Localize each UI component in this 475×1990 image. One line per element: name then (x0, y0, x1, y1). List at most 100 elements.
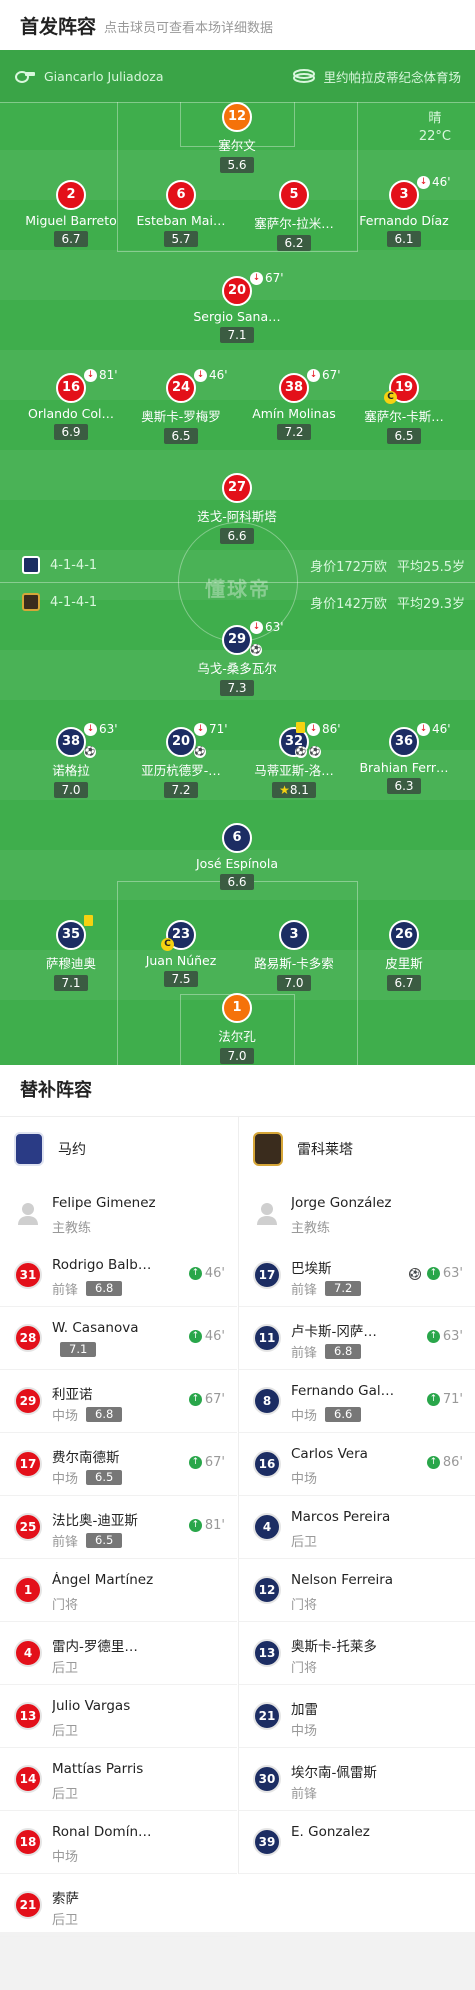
sub-player-row[interactable]: 25 法比奥-迪亚斯 前锋 6.5 ↑ 81' (0, 1496, 237, 1559)
sub-player-row[interactable]: 4 雷内-罗德里… 后卫 (0, 1622, 237, 1685)
sub-in-info: ↑ 46' (188, 1266, 225, 1281)
sub-player-row[interactable]: 13 Julio Vargas 后卫 (0, 1685, 237, 1748)
sub-player-row[interactable]: 14 Mattías Parris 后卫 (0, 1748, 237, 1811)
player-away-midfielder[interactable]: 36 Brahian Ferr… 6.3 ↓ 46' (344, 722, 464, 794)
player-number: 3 (279, 920, 309, 950)
player-number: 27 (222, 473, 252, 503)
ball-icon: ⚽ (84, 746, 96, 758)
sub-player-row[interactable]: 17 巴埃斯 前锋 7.2 ⚽ ↑ 63' (239, 1244, 475, 1307)
home-formation-label: 4-1-4-1 (50, 557, 98, 573)
player-home-keeper[interactable]: 12 塞尔文 5.6 (177, 102, 297, 173)
sub-player-row[interactable]: 21 加雷 中场 (239, 1685, 475, 1748)
sub-player-row[interactable]: 17 费尔南德斯 中场 6.5 ↑ 67' (0, 1433, 237, 1496)
page-subtitle: 点击球员可查看本场详细数据 (104, 21, 274, 36)
sub-player-row[interactable]: 21 索萨 后卫 (0, 1874, 237, 1937)
player-away-keeper[interactable]: 1 法尔孔 7.0 (177, 993, 297, 1064)
player-position: 门将 (52, 1598, 79, 1613)
player-rating: ★8.1 (272, 782, 316, 798)
player-away-midfielder[interactable]: 20 亚历杭德罗-… 7.2 ↓ 71' ⚽ (121, 722, 241, 798)
sub-out-icon: ↓ (307, 369, 320, 382)
player-home-midfielder[interactable]: 19 塞萨尔-卡斯… 6.5 C (344, 373, 464, 444)
player-position-line: 中场 (52, 1846, 78, 1865)
player-number: 1 (222, 993, 252, 1023)
sub-in-icon: ↑ (188, 1267, 202, 1280)
sub-out-icon: ↓ (194, 723, 207, 736)
player-name: 亚历杭德罗-… (141, 763, 221, 778)
player-number: 28 (14, 1324, 42, 1352)
lineup-header: 首发阵容 点击球员可查看本场详细数据 (0, 0, 475, 50)
player-home-defender[interactable]: 6 Esteban Mai… 5.7 (121, 180, 241, 247)
player-home-midfielder[interactable]: 16 Orlando Col… 6.9 ↓ 81' (11, 368, 131, 440)
sub-player-row[interactable]: 30 埃尔南-佩雷斯 前锋 (239, 1748, 475, 1811)
coach-role: 主教练 (291, 1221, 331, 1236)
player-name: Marcos Pereira (291, 1509, 391, 1525)
player-away-midfielder[interactable]: 32 马蒂亚斯-洛… ★8.1 ↓ 86' ⚽ ⚽ (234, 722, 354, 798)
player-away-defender[interactable]: 35 萨穆迪奥 7.1 (11, 915, 131, 991)
sub-minute: 71' (442, 1392, 463, 1407)
player-rating: 6.7 (54, 231, 88, 247)
sub-minute: 81' (99, 368, 118, 382)
player-position-line: 后卫 (52, 1783, 78, 1802)
player-name: Ronal Domín… (52, 1824, 152, 1840)
sub-in-info: ↑ 86' (426, 1455, 463, 1470)
home-sub-list: 31 Rodrigo Balb… 前锋 6.8 ↑ 46' 28 W. Casanova 7.1… (0, 1244, 237, 1937)
player-rating: 7.0 (54, 782, 88, 798)
player-position: 后卫 (52, 1787, 79, 1802)
coach-row[interactable]: Jorge González 主教练 (239, 1181, 475, 1244)
player-position-line: 门将 (291, 1594, 317, 1613)
player-rating: 6.2 (277, 235, 311, 251)
sub-in-icon: ↑ (188, 1330, 202, 1343)
sub-minute: 46' (432, 175, 451, 189)
captain-icon: C (161, 938, 174, 951)
sub-player-row[interactable]: 29 利亚诺 中场 6.8 ↑ 67' (0, 1370, 237, 1433)
sub-minute: 46' (432, 722, 451, 736)
player-number: 36 (389, 727, 419, 757)
sub-player-row[interactable]: 18 Ronal Domín… 中场 (0, 1811, 237, 1874)
player-number: 4 (14, 1639, 42, 1667)
coach-row[interactable]: Felipe Gimenez 主教练 (0, 1181, 237, 1244)
team-name: 马约 (58, 1142, 86, 1158)
sub-player-row[interactable]: 28 W. Casanova 7.1 ↑ 46' (0, 1307, 237, 1370)
sub-player-row[interactable]: 39 E. Gonzalez (239, 1811, 475, 1874)
sub-player-row[interactable]: 31 Rodrigo Balb… 前锋 6.8 ↑ 46' (0, 1244, 237, 1307)
sub-in-info: ↑ 46' (188, 1329, 225, 1344)
away-sub-list: 17 巴埃斯 前锋 7.2 ⚽ ↑ 63' 11 卢卡斯-冈萨… 前锋 6.8 ↑ 63' 8 Fernan… (239, 1244, 475, 1874)
player-home-midfielder[interactable]: 20 Sergio Sana… 7.1 ↓ 67' (177, 271, 297, 343)
sub-out-icon: ↓ (250, 621, 263, 634)
player-name: 塞萨尔-卡斯… (364, 409, 444, 424)
player-away-defender[interactable]: 26 皮里斯 6.7 (344, 920, 464, 991)
weather-info: 晴 22°C (419, 110, 451, 146)
sub-player-row[interactable]: 12 Nelson Ferreira 门将 (239, 1559, 475, 1622)
sub-in-icon: ↑ (188, 1393, 202, 1406)
sub-player-row[interactable]: 1 Ángel Martínez 门将 (0, 1559, 237, 1622)
player-rating: 6.3 (387, 778, 421, 794)
player-away-midfielder[interactable]: 6 José Espínola 6.6 (177, 823, 297, 890)
player-home-defender[interactable]: 2 Miguel Barreto 6.7 (11, 180, 131, 247)
player-name: Fernando Gal… (291, 1383, 395, 1399)
player-away-defender[interactable]: 3 路易斯-卡多索 7.0 (234, 920, 354, 991)
player-home-forward[interactable]: 27 迭戈-阿科斯塔 6.6 (177, 473, 297, 544)
sub-player-row[interactable]: 8 Fernando Gal… 中场 6.6 ↑ 71' (239, 1370, 475, 1433)
player-away-midfielder[interactable]: 38 诺格拉 7.0 ↓ 63' ⚽ (11, 722, 131, 798)
sub-player-row[interactable]: 4 Marcos Pereira 后卫 (239, 1496, 475, 1559)
captain-icon: C (384, 391, 397, 404)
sub-player-row[interactable]: 13 奥斯卡-托莱多 门将 (239, 1622, 475, 1685)
referee-whistle-icon (14, 69, 36, 83)
away-value: 身价142万欧 (310, 597, 387, 612)
player-home-defender[interactable]: 5 塞萨尔-拉米… 6.2 (234, 180, 354, 251)
player-home-defender[interactable]: 3 Fernando Díaz 6.1 ↓ 46' (344, 175, 464, 247)
sub-player-row[interactable]: 11 卢卡斯-冈萨… 前锋 6.8 ↑ 63' (239, 1307, 475, 1370)
player-position: 前锋 (291, 1283, 318, 1298)
row-divider (0, 1936, 237, 1937)
player-home-midfielder[interactable]: 24 奥斯卡-罗梅罗 6.5 ↓ 46' (121, 368, 241, 444)
player-home-midfielder[interactable]: 38 Amín Molinas 7.2 ↓ 67' (234, 368, 354, 440)
player-away-defender[interactable]: 23 Juan Núñez 7.5 C (121, 920, 241, 987)
player-position-line: 7.1 (52, 1342, 97, 1357)
player-away-forward[interactable]: 29 乌戈-桑多瓦尔 7.3 ↓ 63' ⚽ (177, 620, 297, 696)
player-position-line: 后卫 (52, 1657, 78, 1676)
star-icon: ★ (279, 783, 290, 797)
player-name: 卢卡斯-冈萨… (291, 1324, 377, 1340)
row-divider (239, 1873, 475, 1874)
sub-player-row[interactable]: 16 Carlos Vera 中场 ↑ 86' (239, 1433, 475, 1496)
sub-in-info: ↑ 71' (426, 1392, 463, 1407)
